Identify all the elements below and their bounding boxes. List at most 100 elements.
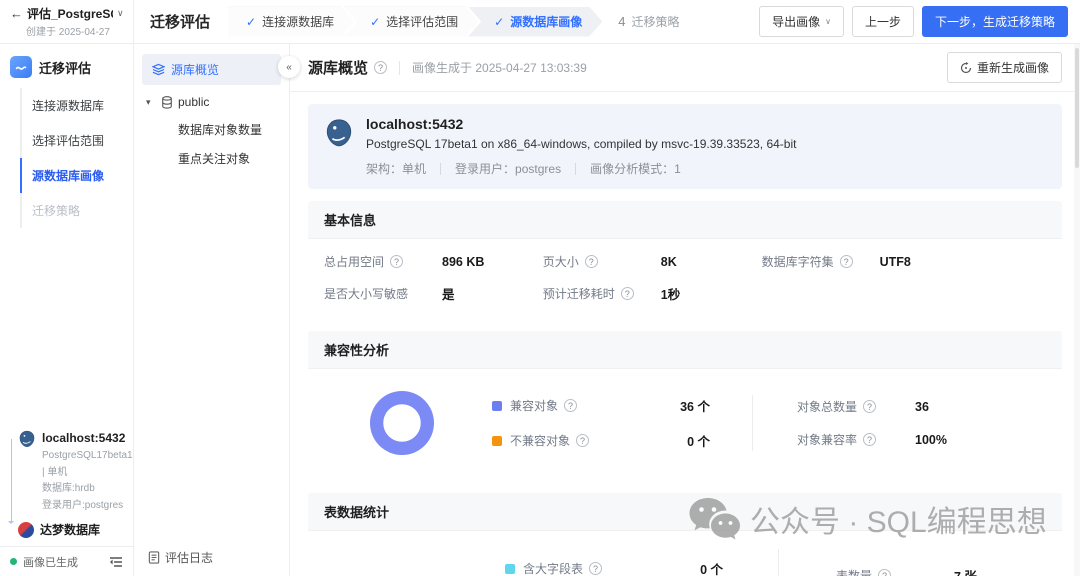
arch-label: 架构： [366, 160, 402, 177]
compatibility-donut-chart [370, 391, 434, 455]
check-icon: ✓ [246, 15, 256, 29]
caret-down-icon[interactable]: ▾ [146, 97, 156, 108]
divider [399, 61, 400, 75]
scrollbar-thumb[interactable] [1075, 48, 1079, 168]
mode-label: 画像分析模式： [590, 160, 674, 177]
help-icon[interactable]: ? [564, 399, 577, 412]
back-icon[interactable]: ← [10, 6, 23, 21]
target-db-name: 达梦数据库 [40, 521, 100, 538]
assessment-name[interactable]: 评估_PostgreSQL_... [27, 5, 113, 22]
log-file-icon [148, 551, 160, 564]
status-dot-icon [10, 558, 17, 565]
step-number: 4 [618, 14, 625, 29]
field-charset: 数据库字符集? UTF8 [762, 253, 1046, 270]
assessment-log-link[interactable]: 评估日志 [148, 549, 213, 566]
login-value: postgres [515, 162, 561, 176]
source-database: 数据库:hrdb [42, 481, 125, 498]
compatibility-title: 兼容性分析 [308, 331, 1062, 369]
step-migration-strategy[interactable]: 4 迁移策略 [592, 7, 699, 37]
step-source-profile[interactable]: ✓ 源数据库画像 [468, 7, 602, 37]
field-case-sensitive: 是否大小写敏感 是 [324, 284, 543, 303]
postgresql-icon [18, 430, 36, 448]
sidebar-item-connect-source[interactable]: 连接源数据库 [0, 88, 133, 123]
assessment-title-block[interactable]: ← 评估_PostgreSQL_... ∨ 创建于 2025-04-27 [0, 0, 134, 43]
left-sidebar: 迁移评估 连接源数据库 选择评估范围 源数据库画像 迁移策略 localhost… [0, 44, 134, 576]
next-step-button[interactable]: 下一步，生成迁移策略 [922, 6, 1068, 37]
divider [752, 395, 753, 451]
stat-total-objects: 对象总数量? 36 [797, 398, 947, 415]
db-card-host: localhost:5432 [366, 116, 796, 132]
help-icon[interactable]: ? [863, 433, 876, 446]
section-page-title: 源库概览 [308, 57, 368, 78]
collapse-sidebar-icon[interactable] [109, 556, 123, 568]
source-db-card: localhost:5432 PostgreSQL 17beta1 on x86… [308, 104, 1062, 189]
regenerate-profile-button[interactable]: 重新生成画像 [947, 52, 1062, 83]
arch-value: 单机 [402, 160, 426, 177]
help-icon[interactable]: ? [585, 255, 598, 268]
help-icon[interactable]: ? [576, 434, 589, 447]
compatibility-section: 兼容性分析 兼容对象? 36 个 不兼容对象? 0 个 [308, 331, 1062, 481]
export-profile-button[interactable]: 导出画像 ∨ [759, 6, 844, 37]
divider [575, 163, 576, 175]
basic-info-section: 基本信息 总占用空间? 896 KB 页大小? 8K 数据库字符集? UTF8 … [308, 201, 1062, 319]
field-total-space: 总占用空间? 896 KB [324, 253, 543, 270]
step-wizard: ✓ 连接源数据库 ✓ 选择评估范围 ✓ 源数据库画像 4 迁移策略 [228, 7, 699, 37]
source-host: localhost:5432 [42, 431, 125, 445]
check-icon: ✓ [370, 15, 380, 29]
database-icon [161, 96, 173, 109]
sidebar-nav: 连接源数据库 选择评估范围 源数据库画像 迁移策略 [0, 88, 133, 228]
sidebar-item-source-profile[interactable]: 源数据库画像 [0, 158, 133, 193]
created-date: 创建于 2025-04-27 [26, 23, 125, 38]
help-icon[interactable]: ? [390, 255, 403, 268]
chevron-down-icon: ∨ [825, 17, 831, 26]
legend-large-field-tables: 含大字段表? 0 个 [505, 559, 723, 576]
field-migration-time: 预计迁移耗时? 1秒 [543, 284, 762, 303]
tree-item-key-objects[interactable]: 重点关注对象 [134, 144, 289, 173]
refresh-icon [960, 62, 972, 74]
check-icon: ✓ [494, 15, 504, 29]
tree-node-schema[interactable]: ▾ public [134, 89, 289, 115]
layers-icon [152, 63, 165, 76]
dameng-logo-icon [18, 522, 34, 538]
main-content: 源库概览 ? 画像生成于 2025-04-27 13:03:39 重新生成画像 … [290, 44, 1080, 576]
legend-swatch [492, 436, 502, 446]
help-icon[interactable]: ? [589, 562, 602, 575]
legend-incompatible-objects: 不兼容对象? 0 个 [492, 431, 710, 450]
divider [778, 549, 779, 576]
sidebar-item-select-scope[interactable]: 选择评估范围 [0, 123, 133, 158]
db-card-meta: 架构： 单机 登录用户： postgres 画像分析模式： 1 [366, 160, 796, 177]
scrollbar[interactable] [1074, 44, 1080, 576]
login-label: 登录用户： [455, 160, 515, 177]
help-icon[interactable]: ? [840, 255, 853, 268]
page-title: 迁移评估 [134, 11, 228, 32]
source-version: PostgreSQL17beta1 | 单机 [42, 448, 125, 481]
help-icon[interactable]: ? [374, 61, 387, 74]
step-select-scope[interactable]: ✓ 选择评估范围 [344, 7, 478, 37]
basic-info-title: 基本信息 [308, 201, 1062, 239]
profile-generated-time: 画像生成于 2025-04-27 13:03:39 [412, 59, 587, 76]
main-header: 源库概览 ? 画像生成于 2025-04-27 13:03:39 重新生成画像 [290, 44, 1080, 92]
legend-swatch [492, 401, 502, 411]
help-icon[interactable]: ? [621, 287, 634, 300]
step-connect-source[interactable]: ✓ 连接源数据库 [228, 7, 354, 37]
connection-summary: localhost:5432 PostgreSQL17beta1 | 单机 数据… [0, 427, 133, 546]
prev-step-button[interactable]: 上一步 [852, 6, 914, 37]
collapse-panel-button[interactable]: « [278, 56, 300, 78]
source-login-user: 登录用户:postgres [42, 498, 125, 515]
sidebar-item-migration-strategy[interactable]: 迁移策略 [0, 193, 133, 228]
help-icon[interactable]: ? [863, 400, 876, 413]
db-card-version: PostgreSQL 17beta1 on x86_64-windows, co… [366, 137, 796, 151]
table-stats-section: 表数据统计 含大字段表? 0 个 大数量表（未分区）? 0 个 [308, 493, 1062, 576]
chevron-down-icon[interactable]: ∨ [117, 8, 124, 19]
tree-item-object-counts[interactable]: 数据库对象数量 [134, 115, 289, 144]
object-tree-panel: 源库概览 ▾ public 数据库对象数量 重点关注对象 评估日志 « [134, 44, 290, 576]
mode-value: 1 [674, 162, 681, 176]
sidebar-header: 迁移评估 [0, 44, 133, 88]
help-icon[interactable]: ? [878, 569, 891, 576]
legend-swatch [505, 564, 515, 574]
legend-compatible-objects: 兼容对象? 36 个 [492, 396, 710, 415]
divider [440, 163, 441, 175]
tree-item-overview[interactable]: 源库概览 [142, 54, 281, 85]
top-bar-actions: 导出画像 ∨ 上一步 下一步，生成迁移策略 [759, 6, 1080, 37]
table-stats-title: 表数据统计 [308, 493, 1062, 531]
